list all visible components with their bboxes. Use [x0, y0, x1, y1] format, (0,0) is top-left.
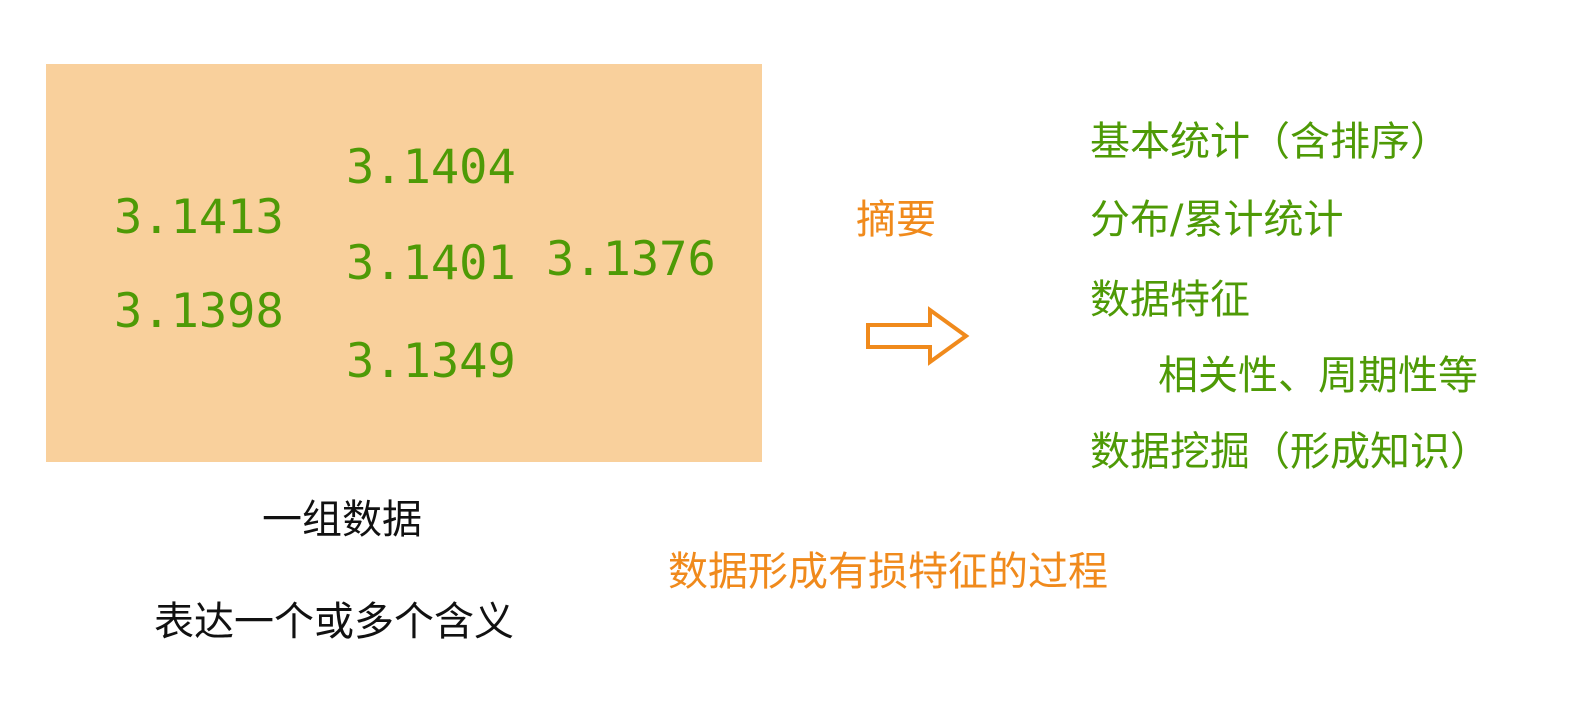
value-3-1376: 3.1376: [546, 232, 716, 287]
feature-data-mining: 数据挖掘（形成知识）: [1090, 429, 1490, 475]
right-outline-arrow-icon: [866, 306, 970, 366]
summary-label: 摘要: [856, 197, 936, 243]
feature-distribution: 分布/累计统计: [1090, 197, 1344, 243]
feature-basic-stats: 基本统计（含排序）: [1090, 119, 1450, 165]
value-3-1401: 3.1401: [346, 236, 516, 291]
value-3-1404: 3.1404: [346, 140, 516, 195]
value-3-1398: 3.1398: [114, 284, 284, 339]
group-label: 一组数据: [262, 497, 422, 543]
meaning-label: 表达一个或多个含义: [154, 599, 514, 645]
feature-correlation: 相关性、周期性等: [1158, 353, 1478, 399]
process-text: 数据形成有损特征的过程: [668, 549, 1108, 595]
value-3-1349: 3.1349: [346, 334, 516, 389]
value-3-1413: 3.1413: [114, 190, 284, 245]
feature-data-characteristics: 数据特征: [1090, 277, 1250, 323]
